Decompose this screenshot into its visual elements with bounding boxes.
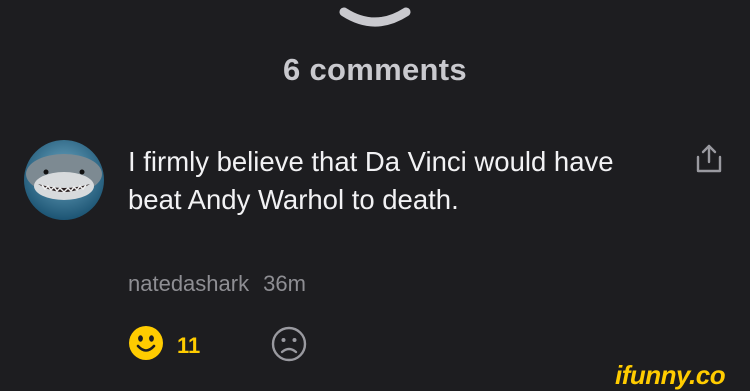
comment-username[interactable]: natedashark (128, 271, 249, 296)
share-icon[interactable] (694, 143, 724, 175)
comment-text: I firmly believe that Da Vinci would hav… (128, 146, 614, 215)
like-count: 11 (177, 333, 201, 358)
frown-icon[interactable] (271, 326, 307, 362)
avatar[interactable] (24, 140, 104, 220)
comment-meta: natedashark 36m (128, 271, 306, 297)
chevron-down-icon[interactable] (338, 6, 412, 32)
comments-count-title: 6 comments (283, 52, 467, 87)
comment-time: 36m (263, 271, 306, 296)
ifunny-watermark: ifunny.co (615, 360, 726, 390)
smile-icon[interactable] (128, 325, 164, 361)
